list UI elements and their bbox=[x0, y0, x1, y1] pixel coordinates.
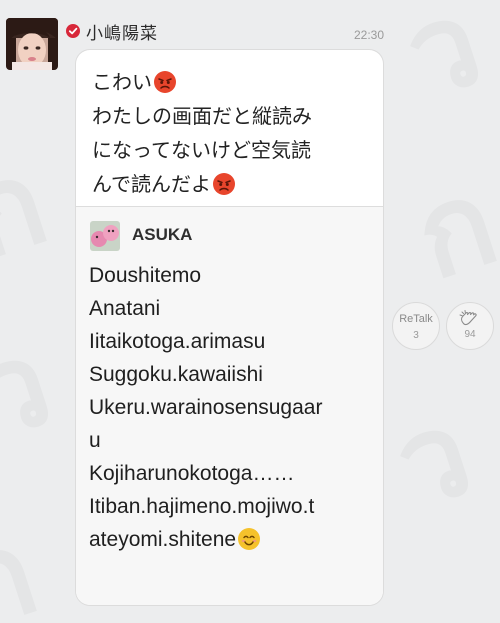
timestamp: 22:30 bbox=[354, 28, 385, 42]
quote-line: Kojiharunokotoga…… bbox=[89, 462, 295, 485]
message-line: わたしの画面だと縦読み bbox=[92, 104, 312, 128]
clapping-hands-icon bbox=[459, 310, 481, 326]
quote-author-name[interactable]: ASUKA bbox=[132, 225, 192, 245]
message-line: んで読んだよ bbox=[92, 172, 211, 196]
quote-line: Iitaikotoga.arimasu bbox=[89, 330, 266, 353]
angry-face-icon bbox=[153, 70, 177, 94]
message-line: になってないけど空気読 bbox=[92, 138, 311, 162]
message-line: こわい bbox=[92, 70, 152, 94]
quote-avatar[interactable] bbox=[90, 221, 120, 251]
quote-line: u bbox=[89, 429, 101, 452]
message-bubble[interactable]: こわい わたしの画面だと縦読み になってないけど空気読 んで読んだよ ASUKA… bbox=[76, 50, 383, 605]
clap-button[interactable]: 94 bbox=[446, 302, 494, 350]
retalk-button[interactable]: ReTalk 3 bbox=[392, 302, 440, 350]
quote-line: Ukeru.warainosensugaar bbox=[89, 396, 323, 419]
smiling-face-icon bbox=[237, 527, 261, 551]
retalk-label: ReTalk bbox=[399, 313, 433, 325]
retalk-count: 3 bbox=[413, 330, 419, 341]
author-name[interactable]: 小嶋陽菜 bbox=[86, 19, 158, 44]
quote-line: Anatani bbox=[89, 297, 161, 320]
quoted-post[interactable]: ASUKA Doushitemo Anatani Iitaikotoga.ari… bbox=[76, 207, 383, 605]
angry-face-icon bbox=[212, 172, 236, 196]
quote-text: Doushitemo Anatani Iitaikotoga.arimasu S… bbox=[89, 259, 377, 556]
avatar[interactable] bbox=[6, 18, 58, 70]
check-badge-icon bbox=[66, 24, 80, 38]
quote-line: Doushitemo bbox=[89, 264, 202, 287]
quote-line: Itiban.hajimeno.mojiwo.t bbox=[89, 495, 315, 518]
quote-line: Suggoku.kawaiishi bbox=[89, 363, 263, 386]
quote-line: ateyomi.shitene bbox=[89, 528, 237, 551]
message-text: こわい わたしの画面だと縦読み になってないけど空気読 んで読んだよ bbox=[92, 65, 378, 201]
clap-count: 94 bbox=[464, 329, 476, 340]
